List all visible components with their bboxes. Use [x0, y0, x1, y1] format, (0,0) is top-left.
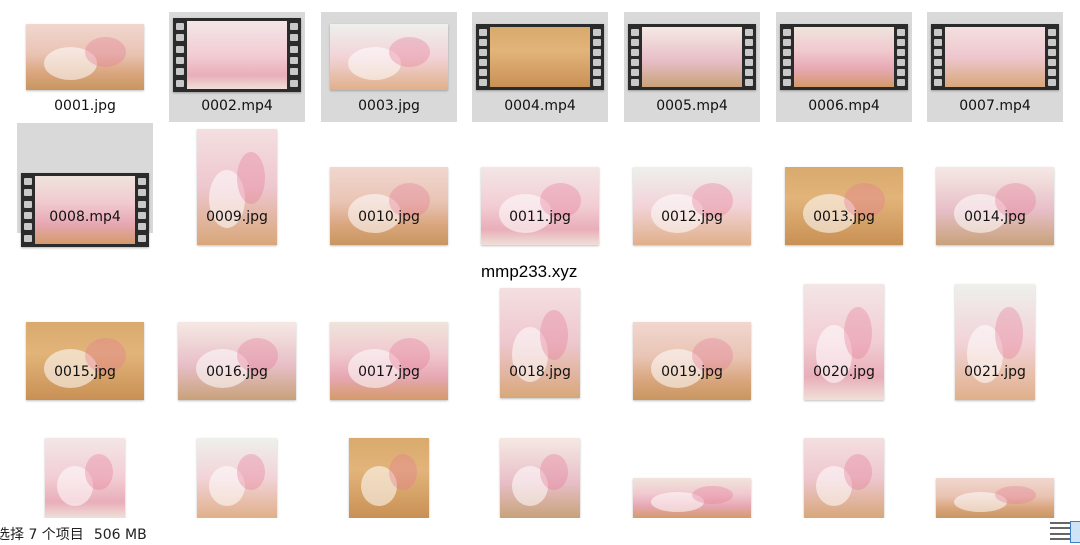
- status-bar: 选择 7 个项目 506 MB: [0, 518, 1080, 545]
- video-frame: [794, 27, 894, 87]
- file-name-label: 0018.jpg: [509, 364, 571, 380]
- file-item[interactable]: [17, 432, 153, 518]
- file-name-label: 0011.jpg: [509, 209, 571, 225]
- file-name-label: 0002.mp4: [201, 98, 273, 114]
- image-thumbnail: [178, 322, 296, 400]
- file-item[interactable]: 0012.jpg: [624, 123, 760, 245]
- image-thumbnail: [785, 167, 903, 245]
- film-strip-icon: [780, 24, 794, 90]
- file-item[interactable]: 0001.jpg: [17, 12, 153, 122]
- image-thumbnail: [197, 129, 277, 245]
- image-thumbnail: [197, 438, 277, 518]
- film-strip-icon: [931, 24, 945, 90]
- file-name-label: 0009.jpg: [206, 209, 268, 225]
- film-strip-icon: [742, 24, 756, 90]
- file-name-label: 0020.jpg: [813, 364, 875, 380]
- film-strip-icon: [590, 24, 604, 90]
- file-name-label: 0004.mp4: [504, 98, 576, 114]
- image-thumbnail: [633, 167, 751, 245]
- video-frame: [490, 27, 590, 87]
- file-item[interactable]: 0015.jpg: [17, 278, 153, 400]
- video-thumbnail: [780, 24, 908, 90]
- selection-count: 选择 7 个项目: [0, 527, 84, 543]
- file-item[interactable]: 0010.jpg: [321, 123, 457, 245]
- watermark-text: mmp233.xyz: [479, 262, 580, 282]
- file-item[interactable]: 0017.jpg: [321, 278, 457, 400]
- file-item[interactable]: 0008.mp4: [17, 123, 153, 247]
- file-item[interactable]: 0018.jpg: [472, 278, 608, 398]
- image-thumbnail: [804, 438, 884, 518]
- film-strip-icon: [1045, 24, 1059, 90]
- file-item[interactable]: [927, 432, 1063, 518]
- film-strip-icon: [173, 18, 187, 92]
- film-strip-icon: [894, 24, 908, 90]
- file-item[interactable]: [776, 432, 912, 518]
- status-text: 选择 7 个项目 506 MB: [0, 524, 147, 544]
- file-item[interactable]: 0013.jpg: [776, 123, 912, 245]
- video-thumbnail: [931, 24, 1059, 90]
- film-strip-icon: [476, 24, 490, 90]
- film-strip-icon: [628, 24, 642, 90]
- image-thumbnail: [481, 167, 599, 245]
- file-item[interactable]: [321, 432, 457, 518]
- image-thumbnail: [330, 24, 448, 90]
- image-thumbnail: [500, 288, 580, 398]
- file-item[interactable]: [472, 432, 608, 518]
- image-thumbnail: [804, 284, 884, 400]
- file-name-label: 0019.jpg: [661, 364, 723, 380]
- file-name-label: 0015.jpg: [54, 364, 116, 380]
- file-name-label: 0001.jpg: [54, 98, 116, 114]
- file-name-label: 0003.jpg: [358, 98, 420, 114]
- image-thumbnail: [26, 24, 144, 90]
- image-thumbnail: [633, 478, 751, 518]
- file-name-label: 0006.mp4: [808, 98, 880, 114]
- file-name-label: 0005.mp4: [656, 98, 728, 114]
- large-icons-view-icon[interactable]: [1070, 521, 1080, 543]
- video-frame: [642, 27, 742, 87]
- file-item[interactable]: 0003.jpg: [321, 12, 457, 122]
- file-item[interactable]: 0006.mp4: [776, 12, 912, 122]
- file-item[interactable]: 0004.mp4: [472, 12, 608, 122]
- file-item[interactable]: [624, 432, 760, 518]
- file-name-label: 0010.jpg: [358, 209, 420, 225]
- file-item[interactable]: 0002.mp4: [169, 12, 305, 122]
- selection-size: 506 MB: [93, 527, 147, 543]
- file-item[interactable]: 0014.jpg: [927, 123, 1063, 245]
- video-frame: [945, 27, 1045, 87]
- file-item[interactable]: 0021.jpg: [927, 278, 1063, 400]
- file-name-label: 0014.jpg: [964, 209, 1026, 225]
- details-view-icon[interactable]: [1050, 522, 1072, 540]
- image-thumbnail: [45, 438, 125, 518]
- video-thumbnail: [173, 18, 301, 92]
- file-name-label: 0008.mp4: [49, 209, 121, 225]
- file-name-label: 0021.jpg: [964, 364, 1026, 380]
- video-thumbnail: [628, 24, 756, 90]
- file-grid: 0001.jpg 0002.mp4 0003.jpg 0004.mp4 0005.mp4…: [0, 0, 1080, 518]
- file-name-label: 0017.jpg: [358, 364, 420, 380]
- video-frame: [187, 21, 287, 89]
- image-thumbnail: [633, 322, 751, 400]
- file-name-label: 0007.mp4: [959, 98, 1031, 114]
- image-thumbnail: [330, 167, 448, 245]
- image-thumbnail: [936, 478, 1054, 518]
- file-item[interactable]: 0009.jpg: [169, 123, 305, 245]
- image-thumbnail: [936, 167, 1054, 245]
- film-strip-icon: [287, 18, 301, 92]
- file-name-label: 0016.jpg: [206, 364, 268, 380]
- file-item[interactable]: [169, 432, 305, 518]
- file-item[interactable]: 0019.jpg: [624, 278, 760, 400]
- image-thumbnail: [349, 438, 429, 518]
- image-thumbnail: [955, 284, 1035, 400]
- file-item[interactable]: 0007.mp4: [927, 12, 1063, 122]
- file-name-label: 0012.jpg: [661, 209, 723, 225]
- file-item[interactable]: 0005.mp4: [624, 12, 760, 122]
- image-thumbnail: [330, 322, 448, 400]
- video-thumbnail: [476, 24, 604, 90]
- image-thumbnail: [26, 322, 144, 400]
- image-thumbnail: [500, 438, 580, 518]
- file-item[interactable]: 0016.jpg: [169, 278, 305, 400]
- file-item[interactable]: 0020.jpg: [776, 278, 912, 400]
- file-item[interactable]: 0011.jpg: [472, 123, 608, 245]
- file-name-label: 0013.jpg: [813, 209, 875, 225]
